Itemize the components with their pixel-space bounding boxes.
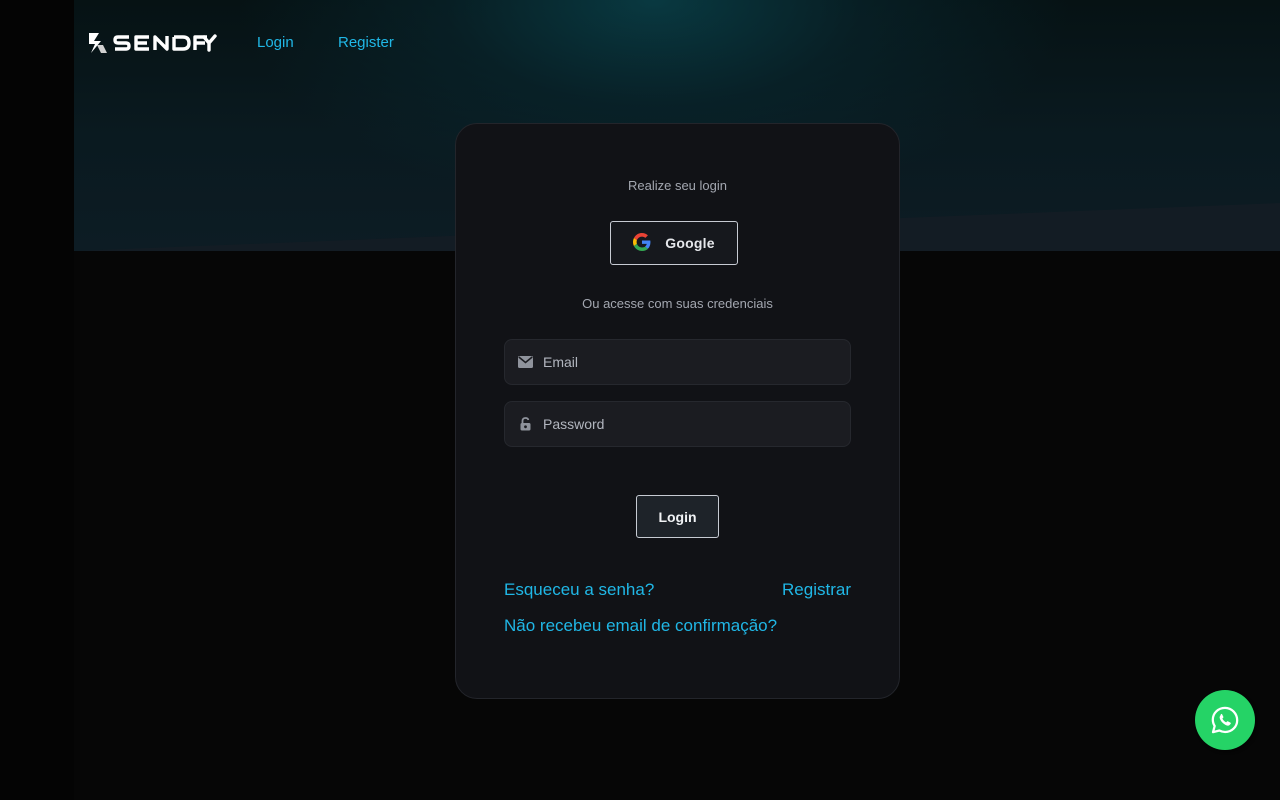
envelope-icon xyxy=(505,356,543,368)
email-input[interactable] xyxy=(543,340,850,384)
email-field xyxy=(504,339,851,385)
forgot-password-link[interactable]: Esqueceu a senha? xyxy=(504,580,654,600)
google-button-label: Google xyxy=(665,235,715,251)
password-field xyxy=(504,401,851,447)
logo-icon xyxy=(89,33,217,53)
login-submit-button[interactable]: Login xyxy=(636,495,719,538)
sendfy-logo[interactable] xyxy=(89,28,217,58)
whatsapp-button[interactable] xyxy=(1195,690,1255,750)
left-strip xyxy=(0,0,74,800)
whatsapp-icon xyxy=(1211,706,1239,734)
google-login-button[interactable]: Google xyxy=(610,221,738,265)
lock-icon xyxy=(505,417,543,431)
google-icon xyxy=(633,232,651,254)
nav-login-link[interactable]: Login xyxy=(257,34,294,51)
nav-register-link[interactable]: Register xyxy=(338,34,394,51)
password-input[interactable] xyxy=(543,402,850,446)
credentials-divider: Ou acesse com suas credenciais xyxy=(582,296,773,311)
resend-confirmation-link[interactable]: Não recebeu email de confirmação? xyxy=(504,616,777,636)
register-link[interactable]: Registrar xyxy=(782,580,851,600)
login-title: Realize seu login xyxy=(627,178,727,193)
top-nav: Login Register xyxy=(89,28,394,58)
login-card: Realize seu login Google Ou acesse com s… xyxy=(455,123,900,699)
